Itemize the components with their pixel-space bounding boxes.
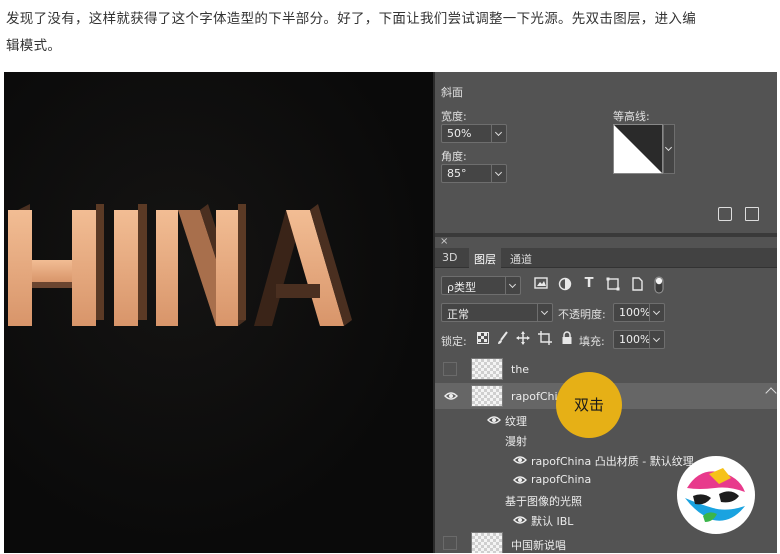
width-select[interactable]: 50% xyxy=(441,124,507,143)
tab-channels[interactable]: 通道 xyxy=(505,248,537,268)
double-click-callout: 双击 xyxy=(556,372,622,438)
brush-icon[interactable] xyxy=(495,331,511,347)
eye-icon[interactable] xyxy=(513,515,527,525)
blend-mode-value: 正常 xyxy=(447,308,469,321)
smart-object-filter-icon[interactable] xyxy=(629,277,645,293)
layer-name: the xyxy=(511,363,530,376)
chevron-down-icon xyxy=(491,165,506,182)
lock-row: 锁定: 填充: 100% xyxy=(435,327,777,354)
visibility-toggle[interactable] xyxy=(443,536,457,550)
trash-icon[interactable] xyxy=(745,207,759,221)
reset-icon[interactable] xyxy=(718,207,732,221)
letter-i xyxy=(114,204,147,326)
layer-thumbnail xyxy=(471,385,503,407)
letter-a xyxy=(254,204,352,326)
width-label: 宽度: xyxy=(441,110,467,123)
photoshop-screenshot: 斜面 宽度: 50% 角度: 85° 等高线: × 3D 图层 通道 ρ类型 T… xyxy=(4,72,777,553)
chevron-down-icon xyxy=(505,277,520,294)
layer-row-rap-of-china[interactable]: 中国新说唱 xyxy=(435,530,777,553)
shape-filter-icon[interactable] xyxy=(605,277,621,293)
eye-icon[interactable] xyxy=(513,475,527,485)
angle-select[interactable]: 85° xyxy=(441,164,507,183)
layer-name: 基于图像的光照 xyxy=(505,495,582,508)
opacity-field[interactable]: 100% xyxy=(613,303,665,322)
eye-icon[interactable] xyxy=(487,415,501,425)
letter-n xyxy=(156,204,246,326)
layer-name: rapofChina 凸出材质 - 默认纹理 xyxy=(531,455,694,468)
panel-divider xyxy=(435,233,777,237)
artboard-icon[interactable] xyxy=(537,331,553,347)
chevron-down-icon xyxy=(491,125,506,142)
chevron-down-icon xyxy=(649,331,664,348)
layer-name: rapofChina xyxy=(531,473,592,486)
filter-type-label: ρ类型 xyxy=(447,281,476,294)
logo-graphic xyxy=(679,458,753,532)
layers-tabs: 3D 图层 通道 xyxy=(435,248,777,268)
width-value: 50% xyxy=(447,127,472,140)
opacity-value: 100% xyxy=(619,306,651,319)
visibility-toggle[interactable] xyxy=(443,362,457,376)
fill-label: 填充: xyxy=(579,335,605,348)
layer-name: 纹理 xyxy=(505,415,527,428)
watermark-logo xyxy=(677,456,755,534)
article-line-2: 辑模式。 xyxy=(6,38,62,54)
properties-panel: 斜面 宽度: 50% 角度: 85° 等高线: xyxy=(435,72,777,232)
layer-name: 中国新说唱 xyxy=(511,539,566,552)
article-line-1: 发现了没有，这样就获得了这个字体造型的下半部分。好了，下面让我们尝试调整一下光源… xyxy=(6,11,696,27)
adjust-filter-icon[interactable] xyxy=(557,277,573,293)
move-icon[interactable] xyxy=(515,331,531,347)
contour-dropdown-chevron-icon[interactable] xyxy=(663,124,675,174)
lock-transparent-icon[interactable] xyxy=(475,332,491,348)
lock-icon[interactable] xyxy=(559,331,575,347)
eye-icon[interactable] xyxy=(513,455,527,465)
letter-h xyxy=(8,204,104,326)
layer-name: 默认 IBL xyxy=(531,515,574,528)
angle-label: 角度: xyxy=(441,150,467,163)
type-filter-icon[interactable]: T xyxy=(581,276,597,292)
filter-toggle-icon[interactable] xyxy=(651,275,667,294)
chevron-down-icon xyxy=(649,304,664,321)
tab-layers[interactable]: 图层 xyxy=(469,248,501,268)
chevron-down-icon xyxy=(537,304,552,321)
image-filter-icon[interactable] xyxy=(533,277,549,293)
bevel-section-title: 斜面 xyxy=(441,86,463,99)
angle-value: 85° xyxy=(447,167,467,180)
filter-type-select[interactable]: ρ类型 xyxy=(441,276,521,295)
blend-row: 正常 不透明度: 100% xyxy=(435,300,777,327)
layer-thumbnail xyxy=(471,532,503,553)
opacity-label: 不透明度: xyxy=(558,308,606,321)
document-canvas[interactable] xyxy=(4,72,435,553)
eye-icon[interactable] xyxy=(444,391,458,401)
fill-value: 100% xyxy=(619,333,651,346)
article-text: 发现了没有，这样就获得了这个字体造型的下半部分。好了，下面让我们尝试调整一下光源… xyxy=(0,0,780,70)
tab-3d[interactable]: 3D xyxy=(437,248,462,268)
fill-field[interactable]: 100% xyxy=(613,330,665,349)
chevron-up-icon[interactable] xyxy=(765,387,777,399)
contour-label: 等高线: xyxy=(613,110,650,123)
hina-3d-artwork xyxy=(8,204,352,326)
close-icon[interactable]: × xyxy=(440,236,448,247)
lock-label: 锁定: xyxy=(441,335,467,348)
layer-name: 漫射 xyxy=(505,435,527,448)
blend-mode-select[interactable]: 正常 xyxy=(441,303,553,322)
contour-preview[interactable] xyxy=(613,124,663,174)
layer-thumbnail xyxy=(471,358,503,380)
layer-filter-row: ρ类型 T xyxy=(435,272,777,299)
